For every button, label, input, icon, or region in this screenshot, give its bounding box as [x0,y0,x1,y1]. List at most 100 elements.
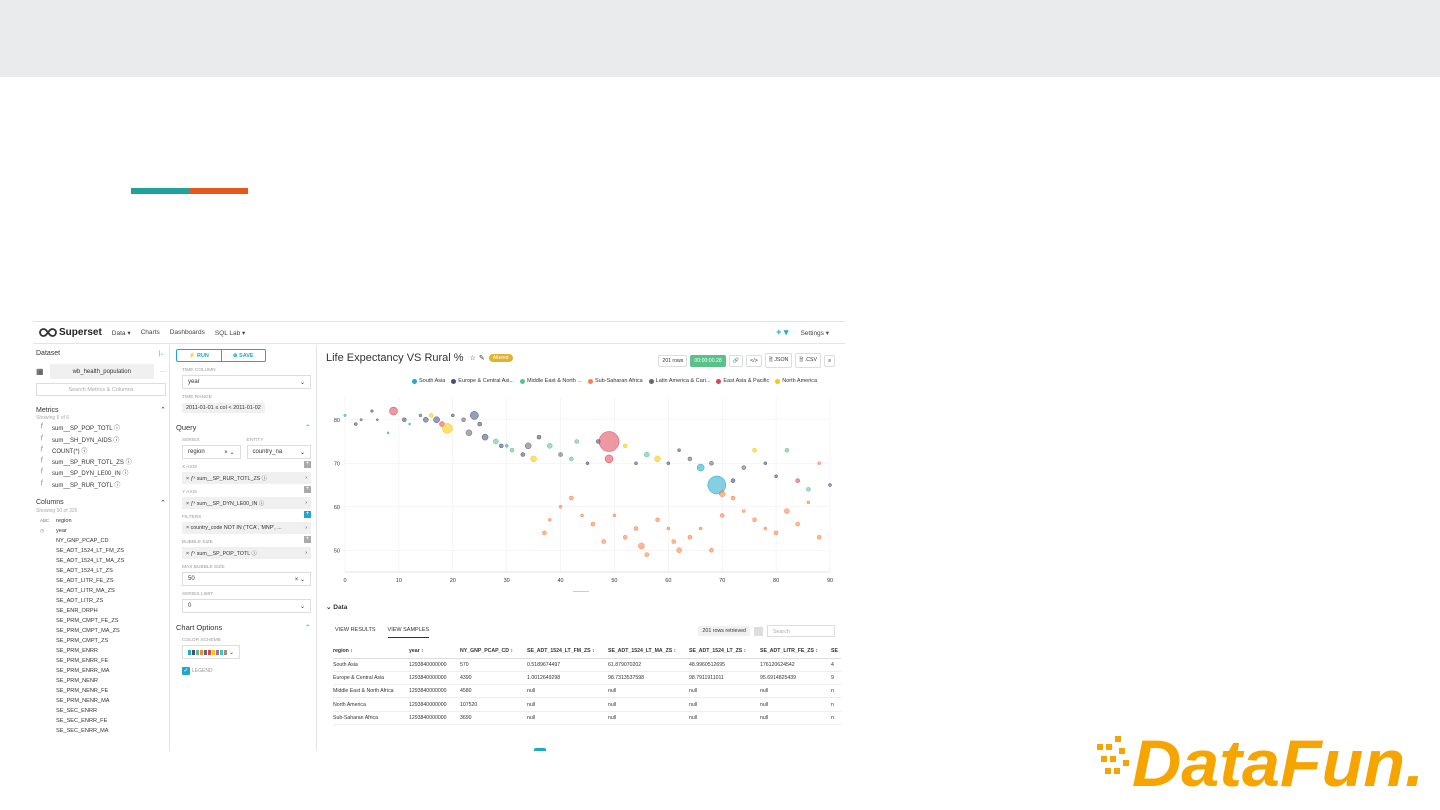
dataset-name[interactable]: wb_health_population [49,364,154,379]
legend-item[interactable]: East Asia & Pacific [716,378,769,384]
column-header[interactable]: SE_ADT_LITR_FE_ZS ↕ [760,644,831,659]
column-item[interactable]: SE_PRM_ENRR [36,646,166,656]
data-point [752,517,757,523]
edit-icon[interactable]: ✎ [479,354,485,362]
column-item[interactable]: SE_PRM_ENRR_FE [36,656,166,666]
link-icon[interactable]: 🔗 [728,354,744,367]
tab-view-samples[interactable]: VIEW SAMPLES [387,627,430,638]
column-item[interactable]: SE_PRM_NENR [36,676,166,686]
column-item[interactable]: SE_ADT_LITR_FE_ZS [36,576,166,586]
legend-item[interactable]: South Asia [412,378,445,384]
metric-item[interactable]: ƒ sum__SP_POP_TOTL ⓘ [36,423,166,432]
column-item[interactable]: SE_PRM_NENR_FE [36,686,166,696]
time-column-select[interactable]: year ⌄ [182,375,311,389]
table-cell: null [608,684,689,699]
copy-icon[interactable] [754,626,763,636]
column-item[interactable]: SE_PRM_CMPT_FE_ZS [36,616,166,626]
column-item[interactable]: SE_ADT_1524_LT_MA_ZS [36,556,166,566]
nav-data[interactable]: Data ▾ [112,329,131,337]
query-section[interactable]: Query ⌃ [176,423,311,432]
entity-select[interactable]: country_na ⌄ [246,445,311,459]
column-item[interactable]: SE_SEC_ENRR [36,706,166,716]
add-icon[interactable]: + [304,536,311,543]
data-point [687,456,693,462]
metric-item[interactable]: ƒ COUNT(*) ⓘ [36,446,166,455]
y-axis-metric[interactable]: × ƒˣ sum__SP_DYN_LE00_IN ⓘ › [182,497,311,509]
time-range-pill[interactable]: 2011-01-01 ≤ col < 2011-01-02 [182,403,265,413]
column-header[interactable]: year ↕ [409,644,460,659]
metric-item[interactable]: ƒ sum__SP_DYN_LE00_IN ⓘ [36,468,166,477]
dataset-more-icon[interactable]: ··· [160,369,166,375]
column-header[interactable]: SE_ADT_1524_LT_FM_ZS ↕ [527,644,608,659]
legend-checkbox[interactable]: ✓ LEGEND [182,667,311,675]
menu-icon[interactable]: ≡ [823,354,835,367]
plus-menu[interactable]: + ▾ [776,327,788,338]
metrics-search-input[interactable]: Search Metrics & Columns [36,383,166,396]
column-item[interactable]: SE_PRM_NENR_MA [36,696,166,706]
legend-item[interactable]: Sub-Saharan Africa [587,378,643,384]
column-item[interactable]: SE_PRM_ENRR_MA [36,666,166,676]
legend-item[interactable]: Europe & Central Asi... [451,378,514,384]
csv-button[interactable]: 🗎 .CSV [795,353,821,368]
column-item[interactable]: SE_PRM_CMPT_ZS [36,636,166,646]
json-button[interactable]: 🗎 JSON [764,353,793,368]
series-select[interactable]: region × ⌄ [182,445,241,459]
nav-charts[interactable]: Charts [141,329,160,336]
column-item[interactable]: SE_ADT_LITR_MA_ZS [36,586,166,596]
tab-view-results[interactable]: VIEW RESULTS [335,627,376,638]
column-item[interactable]: SE_ENR_ORPH [36,606,166,616]
max-bubble-select[interactable]: 50 × ⌄ [182,572,311,586]
table-cell: 9 [831,671,841,686]
chart-title[interactable]: Life Expectancy VS Rural % [326,352,464,364]
color-scheme-select[interactable]: ⌄ [182,645,240,659]
table-row: North America 1293840000000 107520 null null… [333,697,841,712]
data-point [763,461,768,465]
collapse-icon[interactable]: |← [158,351,166,357]
legend-dot-icon [412,378,417,384]
add-icon[interactable]: + [304,461,311,468]
bubble-size-metric[interactable]: × ƒˣ sum__SP_POP_TOTL ⓘ › [182,547,311,559]
filter-item[interactable]: × country_code NOT IN ('TCA', 'MNP', ...… [182,522,311,534]
legend-item[interactable]: Middle East & North ... [519,378,582,384]
column-item[interactable]: SE_ADT_LITR_ZS [36,596,166,606]
star-icon[interactable]: ☆ [470,354,476,362]
column-item[interactable]: ◷ year [36,526,166,536]
column-item[interactable]: SE_ADT_1524_LT_ZS [36,566,166,576]
column-header[interactable]: SE_ADT_1524_LT_ZS ↕ [689,644,760,659]
metric-item[interactable]: ƒ sum__SP_RUR_TOTL_ZS ⓘ [36,457,166,466]
superset-logo[interactable]: Superset [39,327,102,338]
metric-item[interactable]: ƒ sum__SP_RUR_TOTL ⓘ [36,480,166,489]
series-limit-select[interactable]: 0 ⌄ [182,599,311,613]
settings-menu[interactable]: Settings ▾ [800,329,829,337]
nav-sql-lab[interactable]: SQL Lab ▾ [215,329,246,337]
chart-options-section[interactable]: Chart Options ⌃ [176,623,311,632]
code-icon[interactable]: </> [746,354,762,367]
chevron-up-icon[interactable]: ⌃ [160,406,166,414]
resize-handle[interactable] [573,591,589,592]
altered-badge[interactable]: Altered [488,354,513,362]
data-section-title[interactable]: ⌄ Data [326,603,347,611]
column-item[interactable]: NY_GNP_PCAP_CD [36,536,166,546]
legend-item[interactable]: North America [775,378,817,384]
column-header[interactable]: region ↕ [333,644,409,659]
add-icon[interactable]: + [304,486,311,493]
column-header[interactable]: SE [831,644,841,659]
run-button[interactable]: ⚡ RUN [177,350,222,361]
chevron-up-icon[interactable]: ⌃ [160,499,166,507]
metric-item[interactable]: ƒ sum__SH_DYN_AIDS ⓘ [36,435,166,444]
add-icon[interactable]: + [304,511,311,518]
column-item[interactable]: SE_PRM_CMPT_MA_ZS [36,626,166,636]
column-item[interactable]: SE_SEC_ENRR_FE [36,716,166,726]
legend-item[interactable]: Latin America & Cari... [648,378,710,384]
column-header[interactable]: NY_GNP_PCAP_CD ↕ [460,644,527,659]
page-1[interactable]: 1 [533,748,546,751]
save-button[interactable]: ⊕ SAVE [222,350,266,361]
nav-dashboards[interactable]: Dashboards [170,329,205,336]
x-axis-metric[interactable]: × ƒˣ sum__SP_RUR_TOTL_ZS ⓘ › [182,472,311,484]
column-item[interactable]: SE_ADT_1524_LT_FM_ZS [36,546,166,556]
data-search-input[interactable]: Search [767,625,835,637]
column-item[interactable]: SE_SEC_ENRR_MA [36,726,166,736]
column-header[interactable]: SE_ADT_1524_LT_MA_ZS ↕ [608,644,689,659]
column-item[interactable]: ABC region [36,516,166,526]
table-cell: null [527,711,608,725]
